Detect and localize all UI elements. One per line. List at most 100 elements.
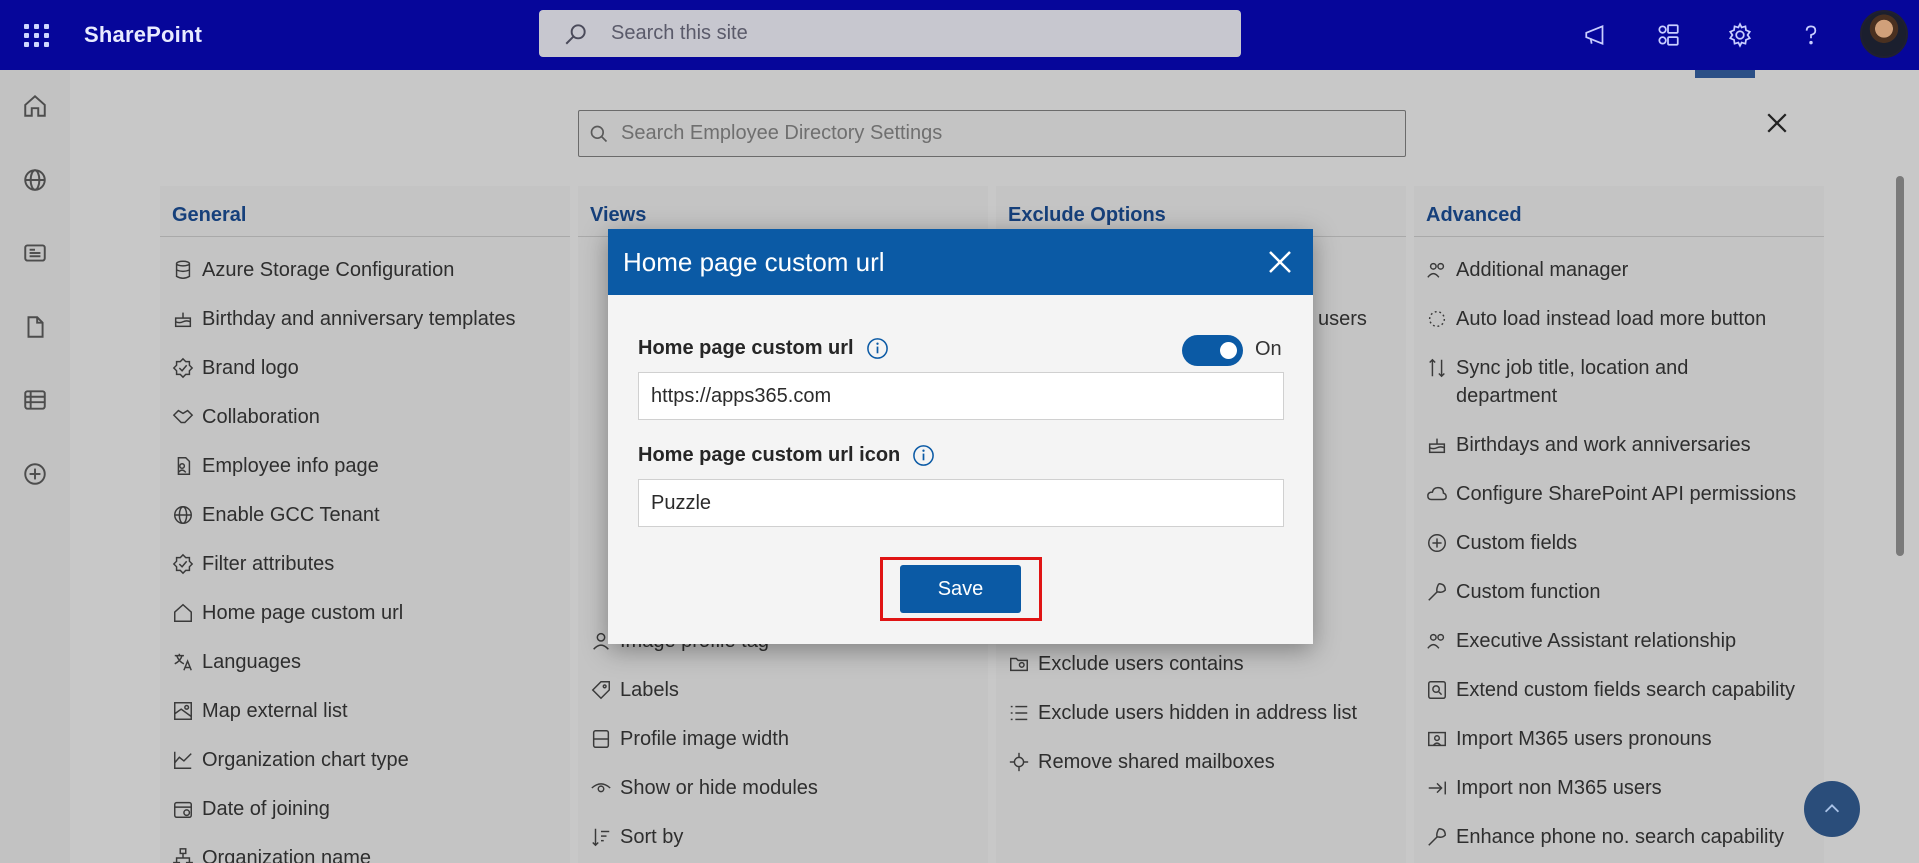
mailbox-icon — [1008, 751, 1030, 773]
list-item[interactable]: Enhance phone no. search capability — [1426, 823, 1784, 851]
url-input[interactable]: https://apps365.com — [638, 372, 1284, 420]
scroll-to-top-button[interactable] — [1804, 781, 1860, 837]
brand-name[interactable]: SharePoint — [84, 22, 202, 48]
list-item[interactable]: Home page custom url — [172, 599, 403, 627]
search-icon — [565, 23, 586, 44]
list-item[interactable]: Executive Assistant relationship — [1426, 627, 1736, 655]
divider — [160, 236, 570, 237]
list-item[interactable]: Auto load instead load more button — [1426, 305, 1766, 333]
eye-icon — [590, 777, 612, 799]
save-button[interactable]: Save — [900, 565, 1021, 613]
list-item[interactable]: Birthdays and work anniversaries — [1426, 431, 1751, 459]
list-item[interactable]: Additional manager — [1426, 256, 1628, 284]
settings-search-placeholder: Search Employee Directory Settings — [621, 122, 943, 144]
calendar-icon — [172, 798, 194, 820]
add-circle-icon — [1426, 532, 1448, 554]
list-item[interactable]: Enable GCC Tenant — [172, 501, 380, 529]
app-launcher-icon[interactable] — [20, 20, 50, 50]
list-icon[interactable] — [19, 384, 51, 416]
active-tab-indicator — [1695, 70, 1755, 78]
list-item[interactable]: Organization chart type — [172, 746, 409, 774]
dialog-title: Home page custom url — [623, 246, 885, 277]
list-item[interactable]: Configure SharePoint API permissions — [1426, 480, 1796, 508]
site-search-box[interactable]: Search this site — [539, 10, 1241, 57]
suite-bar: SharePoint Search this site — [0, 0, 1919, 70]
divider — [1414, 236, 1824, 237]
list-item[interactable]: Extend custom fields search capability — [1426, 676, 1795, 704]
icon-input[interactable]: Puzzle — [638, 479, 1284, 527]
left-app-bar — [0, 70, 70, 863]
scrollbar-thumb[interactable] — [1896, 176, 1904, 556]
list-item[interactable]: Sync job title, location and department — [1426, 354, 1766, 410]
list-item[interactable]: Brand logo — [172, 354, 299, 382]
org-icon — [172, 847, 194, 863]
list-item[interactable]: Birthday and anniversary templates — [172, 305, 516, 333]
column-heading: Views — [590, 204, 647, 226]
list-item[interactable]: Show or hide modules — [590, 774, 818, 802]
column-heading: Advanced — [1426, 204, 1522, 226]
globe-icon[interactable] — [19, 164, 51, 196]
url-field-label: Home page custom url — [638, 337, 889, 360]
search-box-icon — [1426, 679, 1448, 701]
list-item[interactable]: Map external list — [172, 697, 348, 725]
settings-column-general: General Azure Storage Configuration Birt… — [160, 186, 570, 863]
add-circle-icon[interactable] — [19, 458, 51, 490]
arrow-in-icon — [1426, 777, 1448, 799]
list-item[interactable]: Remove shared mailboxes — [1008, 748, 1275, 776]
cake-icon — [172, 308, 194, 330]
sync-icon — [1426, 357, 1448, 379]
list-item[interactable]: Date of joining — [172, 795, 330, 823]
url-enabled-toggle[interactable] — [1182, 335, 1243, 366]
list-item[interactable]: Exclude users hidden in address list — [1008, 699, 1357, 727]
home-page-url-dialog: Home page custom url Home page custom ur… — [608, 229, 1313, 644]
home-icon — [172, 602, 194, 624]
close-icon[interactable] — [1762, 108, 1792, 138]
image-icon — [590, 728, 612, 750]
list-item[interactable]: Import M365 users pronouns — [1426, 725, 1712, 753]
column-heading: Exclude Options — [1008, 204, 1166, 226]
document-icon[interactable] — [19, 311, 51, 343]
list-item[interactable]: Employee info page — [172, 452, 379, 480]
news-icon[interactable] — [19, 237, 51, 269]
list-item[interactable]: Azure Storage Configuration — [172, 256, 454, 284]
chart-icon — [172, 749, 194, 771]
info-icon[interactable] — [866, 337, 889, 360]
wrench-icon — [1426, 826, 1448, 848]
translate-icon — [172, 651, 194, 673]
gear-icon[interactable] — [1722, 17, 1758, 53]
list-item[interactable]: Custom fields — [1426, 529, 1577, 557]
globe-icon — [172, 504, 194, 526]
toggle-state-label: On — [1255, 338, 1282, 360]
close-icon[interactable] — [1265, 247, 1295, 277]
site-search-placeholder: Search this site — [611, 22, 748, 44]
badge-icon — [172, 357, 194, 379]
list-item[interactable]: Exclude users contains — [1008, 650, 1244, 678]
avatar[interactable] — [1860, 10, 1908, 58]
help-icon[interactable] — [1793, 17, 1829, 53]
badge-icon — [172, 553, 194, 575]
list-item[interactable]: Organization name — [172, 844, 371, 863]
list-item[interactable]: Custom function — [1426, 578, 1601, 606]
list-item[interactable]: Filter attributes — [172, 550, 334, 578]
cloud-icon — [1426, 483, 1448, 505]
list-item[interactable]: Collaboration — [172, 403, 320, 431]
list-item[interactable]: Languages — [172, 648, 301, 676]
cake-icon — [1426, 434, 1448, 456]
spinner-icon — [1426, 308, 1448, 330]
feedback-icon[interactable] — [1650, 17, 1686, 53]
people-icon — [1426, 259, 1448, 281]
chevron-up-icon — [1824, 804, 1840, 813]
handshake-icon — [172, 406, 194, 428]
list-item[interactable]: Import non M365 users — [1426, 774, 1662, 802]
list-item[interactable]: Labels — [590, 676, 679, 704]
megaphone-icon[interactable] — [1578, 17, 1614, 53]
settings-search-input[interactable]: Search Employee Directory Settings — [578, 110, 1406, 157]
wrench-icon — [1426, 581, 1448, 603]
info-icon[interactable] — [912, 444, 935, 467]
home-icon[interactable] — [19, 90, 51, 122]
list-item[interactable]: Sort by — [590, 823, 683, 851]
settings-column-advanced: Advanced Additional manager Auto load in… — [1414, 186, 1824, 863]
import-icon — [1426, 728, 1448, 750]
person-doc-icon — [172, 455, 194, 477]
list-item[interactable]: Profile image width — [590, 725, 789, 753]
